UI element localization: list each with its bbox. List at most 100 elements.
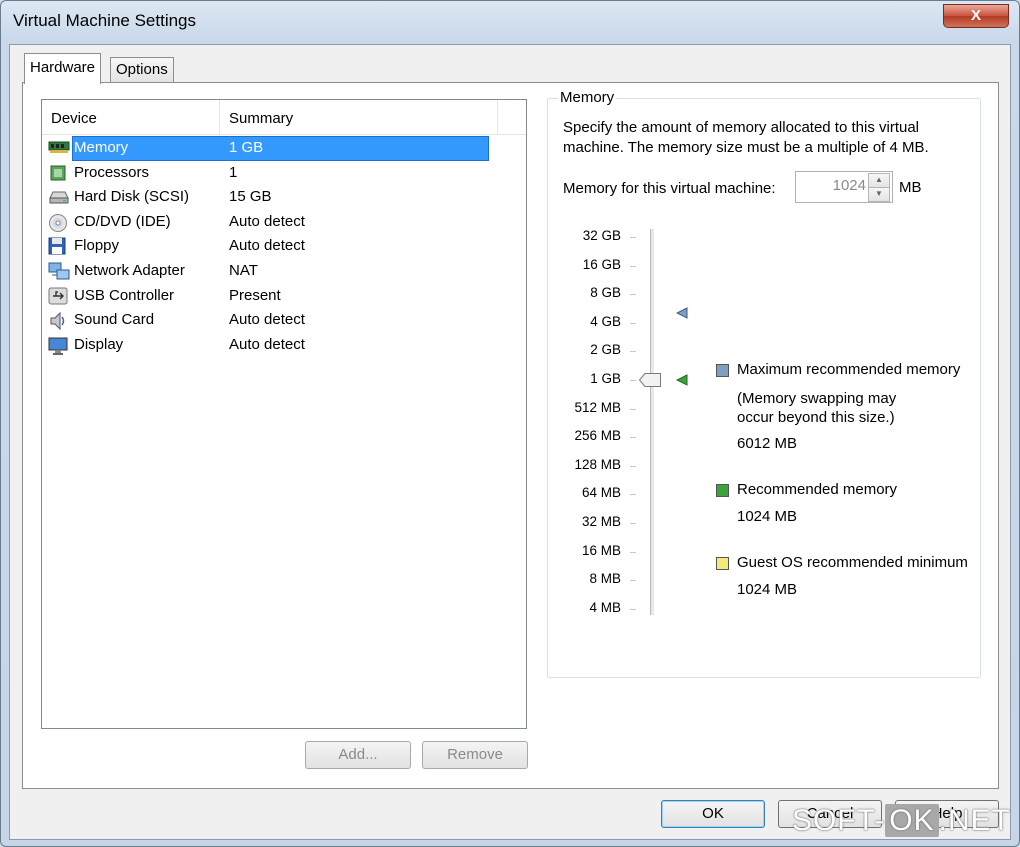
scale-tick-mark [630,408,636,410]
add-button[interactable]: Add... [305,741,411,769]
memory-slider-track[interactable] [650,229,655,615]
max-memory-label: Maximum recommended memory [737,361,961,378]
spin-up-icon[interactable]: ▲ [868,173,890,188]
scale-tick-label: 256 MB [574,428,621,444]
cd-dvd-icon [48,213,68,232]
recommended-memory-label: Recommended memory [737,481,898,498]
scale-tick-mark [630,437,636,439]
column-header-device[interactable]: Device [42,100,220,134]
scale-tick-mark [630,523,636,524]
sound-card-icon [48,311,68,331]
scale-tick-label: 8 GB [590,285,621,301]
memory-slider-thumb[interactable] [639,373,661,387]
watermark-box: OK [885,804,939,837]
scale-tick-label: 2 GB [590,342,621,358]
settings-window: Virtual Machine Settings X Hardware Opti… [0,0,1020,847]
memory-group-label: Memory [558,89,617,106]
memory-icon [48,139,70,157]
device-name: Hard Disk (SCSI) [74,188,190,206]
scale-tick-label: 128 MB [574,456,621,472]
device-name: CD/DVD (IDE) [74,212,171,230]
device-name: Display [74,335,124,353]
device-list[interactable]: Device Summary Memory 1 GB Processors 1 Hard… [41,99,527,729]
scale-tick-mark [630,294,636,296]
device-summary: Auto detect [229,311,305,329]
device-summary: NAT [229,261,258,279]
device-row-hard-disk-scsi[interactable]: Hard Disk (SCSI) 15 GB [42,185,526,210]
floppy-icon [48,237,68,255]
memory-unit: MB [899,179,922,196]
scale-tick-label: 64 MB [581,485,621,501]
device-row-floppy[interactable]: Floppy Auto detect [42,234,526,259]
network-adapter-icon [48,262,70,280]
scale-tick-label: 16 GB [582,256,621,272]
scale-tick-label: 4 MB [589,599,621,615]
scale-tick-label: 32 MB [581,514,621,529]
scale-tick-mark [630,237,636,238]
scale-tick-mark [630,608,636,610]
device-row-memory[interactable]: Memory 1 GB [42,136,526,161]
device-summary: 1 GB [229,139,264,156]
hardware-panel: Device Summary Memory 1 GB Processors 1 Hard… [22,82,999,789]
tab-hardware[interactable]: Hardware [24,53,102,84]
device-summary: Auto detect [229,335,305,353]
device-row-sound-card[interactable]: Sound Card Auto detect [42,308,526,333]
list-header: Device Summary [42,100,526,135]
device-rows: Memory 1 GB Processors 1 Hard Disk (SCSI) 15 … [42,136,526,357]
recommended-memory-marker-icon [676,374,688,386]
memory-description: Specify the amount of memory allocated t… [563,119,929,156]
spin-down-icon[interactable]: ▼ [868,187,890,202]
device-row-processors[interactable]: Processors 1 [42,161,526,186]
dialog-client-area: Hardware Options Device Summary Memory 1 … [9,44,1011,840]
window-title: Virtual Machine Settings [13,11,197,30]
scale-tick-label: 512 MB [574,399,621,415]
device-name: Memory [74,139,129,156]
device-summary: 15 GB [229,188,272,206]
column-header-summary[interactable]: Summary [220,100,498,134]
scale-tick-label: 1 GB [590,371,621,386]
watermark-left: SOFT- [791,804,886,837]
close-button[interactable]: X [943,4,1009,28]
guest-minimum-legend-icon [716,557,729,570]
processor-icon [48,164,68,182]
usb-icon [48,287,68,305]
scale-tick-mark [630,465,636,467]
scale-tick-mark [630,322,636,324]
ok-button[interactable]: OK [661,800,765,828]
max-memory-note: (Memory swapping may occur beyond this s… [737,390,897,426]
title-bar[interactable]: Virtual Machine Settings X [1,1,1019,43]
memory-stepper[interactable]: 1024 ▲ ▼ [795,171,893,203]
scale-tick-label: 32 GB [582,228,621,243]
remove-button[interactable]: Remove [422,741,528,769]
scale-tick-mark [630,551,636,553]
device-summary: Present [229,286,281,304]
device-name: Processors [74,163,150,181]
max-memory-value: 6012 MB [737,435,798,452]
scale-tick-mark [630,494,636,496]
device-row-display[interactable]: Display Auto detect [42,333,526,358]
display-icon [48,336,68,355]
memory-field-label: Memory for this virtual machine: [563,180,776,197]
device-name: USB Controller [74,286,175,304]
scale-tick-mark [630,380,636,381]
scale-tick-label: 8 MB [589,571,621,587]
scale-tick-label: 16 MB [581,542,621,558]
recommended-memory-legend-icon [716,484,729,497]
hard-disk-icon [48,188,69,206]
tab-options[interactable]: Options [110,57,174,82]
device-name: Floppy [74,237,120,255]
device-summary: 1 [229,163,238,181]
guest-minimum-label: Guest OS recommended minimum [737,554,968,571]
device-summary: Auto detect [229,212,305,230]
device-summary: Auto detect [229,237,305,255]
scale-tick-label: 4 GB [590,313,621,329]
device-row-usb-controller[interactable]: USB Controller Present [42,284,526,309]
memory-value[interactable]: 1024 [833,177,866,194]
device-row-cd-dvd-ide[interactable]: CD/DVD (IDE) Auto detect [42,210,526,235]
device-row-network-adapter[interactable]: Network Adapter NAT [42,259,526,284]
scale-tick-mark [630,580,636,582]
recommended-memory-value: 1024 MB [737,508,798,525]
scale-tick-mark [630,351,636,353]
max-memory-marker-icon [676,306,688,319]
guest-minimum-value: 1024 MB [737,581,798,598]
